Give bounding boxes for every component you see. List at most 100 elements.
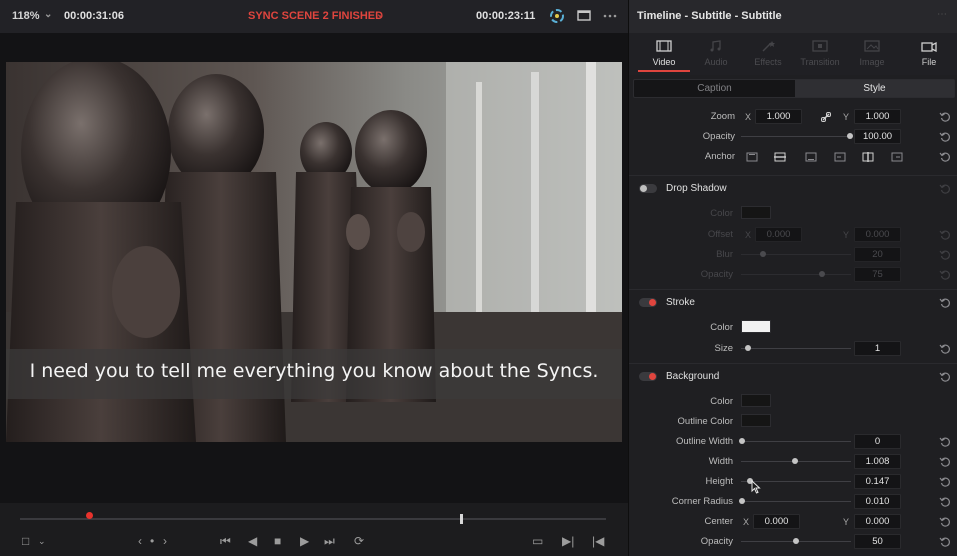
drop-shadow-toggle[interactable]: [639, 184, 657, 193]
reset-bg-height-icon[interactable]: [939, 476, 951, 488]
color-wheel-icon[interactable]: [548, 8, 566, 24]
reset-bg-corner-radius-icon[interactable]: [939, 496, 951, 508]
scrubber-track[interactable]: [20, 518, 606, 520]
prev-clip-icon[interactable]: |◀: [592, 534, 604, 548]
bg-corner-radius-slider[interactable]: [741, 501, 851, 502]
tab-transition[interactable]: Transition: [794, 33, 846, 75]
bg-corner-radius-knob[interactable]: [739, 498, 745, 504]
reset-bg-center-icon[interactable]: [939, 516, 951, 528]
shadow-blur-knob[interactable]: [760, 251, 766, 257]
shadow-blur-slider[interactable]: [741, 254, 851, 255]
bg-outline-width-slider[interactable]: [741, 441, 851, 442]
shadow-offset-y-field[interactable]: 0.000: [854, 227, 901, 242]
shadow-opacity-field[interactable]: 75: [854, 267, 901, 282]
reset-background-icon[interactable]: [939, 371, 951, 383]
style-segment[interactable]: Style: [795, 80, 954, 97]
crop-tool-icon[interactable]: □: [22, 534, 29, 548]
shadow-offset-label: Offset: [707, 229, 733, 240]
zoom-level[interactable]: 118%: [12, 10, 40, 22]
last-frame-icon[interactable]: ⏭: [324, 534, 335, 549]
next-clip-icon[interactable]: ▶|: [562, 534, 574, 548]
playhead-marker[interactable]: [86, 512, 93, 519]
tab-effects[interactable]: Effects: [742, 33, 794, 75]
inspector-options-icon[interactable]: ⋯: [937, 9, 948, 20]
reverse-play-icon[interactable]: ◀: [248, 534, 257, 548]
reset-opacity-icon[interactable]: [939, 131, 951, 143]
play-icon[interactable]: ▶: [300, 534, 309, 548]
tab-audio[interactable]: Audio: [690, 33, 742, 75]
link-icon[interactable]: [821, 112, 831, 122]
reset-anchor-icon[interactable]: [939, 151, 951, 163]
reset-bg-opacity-icon[interactable]: [939, 536, 951, 548]
tab-image-label: Image: [859, 57, 885, 67]
bg-center-x-field[interactable]: 0.000: [753, 514, 800, 529]
tab-image[interactable]: Image: [846, 33, 898, 75]
opacity-slider[interactable]: [741, 136, 851, 137]
bg-outline-color-label: Outline Color: [677, 416, 733, 427]
tab-file[interactable]: File: [903, 33, 955, 75]
reset-zoom-icon[interactable]: [939, 111, 951, 123]
tab-effects-label: Effects: [754, 57, 782, 67]
stroke-size-field[interactable]: 1: [854, 341, 901, 356]
bg-corner-radius-field[interactable]: 0.010: [854, 494, 901, 509]
more-options-icon[interactable]: [601, 8, 619, 24]
stroke-size-knob[interactable]: [745, 345, 751, 351]
anchor-middle-icon[interactable]: [774, 152, 786, 162]
reset-shadow-blur-icon[interactable]: [939, 249, 951, 261]
shadow-color-swatch[interactable]: [741, 206, 771, 219]
jog-prev-icon[interactable]: ‹: [138, 534, 142, 548]
zoom-chevron-down-icon[interactable]: ⌄: [44, 9, 52, 20]
bg-opacity-knob[interactable]: [793, 538, 799, 544]
subtitle-text[interactable]: I need you to tell me everything you kno…: [6, 360, 622, 382]
clip-chevron-down-icon[interactable]: ⌄: [376, 9, 384, 20]
reset-drop-shadow-icon[interactable]: [939, 183, 951, 195]
stroke-size-slider[interactable]: [741, 348, 851, 349]
background-toggle[interactable]: [639, 372, 657, 381]
bg-outline-width-knob[interactable]: [739, 438, 745, 444]
anchor-top-icon[interactable]: [746, 152, 758, 162]
opacity-field[interactable]: 100.00: [854, 129, 901, 144]
anchor-right-icon[interactable]: [891, 152, 903, 162]
bg-height-field[interactable]: 0.147: [854, 474, 901, 489]
anchor-left-icon[interactable]: [834, 152, 846, 162]
jog-next-icon[interactable]: ›: [163, 534, 167, 548]
shadow-blur-field[interactable]: 20: [854, 247, 901, 262]
reset-bg-outline-width-icon[interactable]: [939, 436, 951, 448]
bg-opacity-field[interactable]: 50: [854, 534, 901, 549]
first-frame-icon[interactable]: ⏮: [220, 534, 231, 549]
reset-stroke-icon[interactable]: [939, 297, 951, 309]
shadow-offset-x-field[interactable]: 0.000: [755, 227, 802, 242]
reset-shadow-offset-icon[interactable]: [939, 229, 951, 241]
stroke-color-swatch[interactable]: [741, 320, 771, 333]
viewer-mode-icon[interactable]: [576, 8, 592, 24]
shadow-opacity-knob[interactable]: [819, 271, 825, 277]
zoom-y-field[interactable]: 1.000: [854, 109, 901, 124]
jog-dot-icon[interactable]: •: [150, 534, 154, 548]
match-frame-icon[interactable]: ▭: [532, 534, 543, 548]
shadow-opacity-slider[interactable]: [741, 274, 851, 275]
reset-shadow-opacity-icon[interactable]: [939, 269, 951, 281]
clip-title[interactable]: SYNC SCENE 2 FINISHED: [248, 10, 383, 22]
playhead-indicator[interactable]: [460, 514, 463, 524]
bg-center-y-field[interactable]: 0.000: [854, 514, 901, 529]
loop-icon[interactable]: ⟳: [354, 534, 364, 548]
caption-segment[interactable]: Caption: [634, 80, 795, 97]
tool-chevron-down-icon[interactable]: ⌄: [38, 536, 46, 547]
bg-color-swatch[interactable]: [741, 394, 771, 407]
bg-width-field[interactable]: 1.008: [854, 454, 901, 469]
active-tab-indicator: [638, 70, 690, 72]
shadow-color-label: Color: [710, 208, 733, 219]
bg-outline-width-field[interactable]: 0: [854, 434, 901, 449]
tab-video[interactable]: Video: [638, 33, 690, 75]
anchor-bottom-icon[interactable]: [805, 152, 817, 162]
stroke-toggle[interactable]: [639, 298, 657, 307]
bg-width-knob[interactable]: [792, 458, 798, 464]
reset-bg-width-icon[interactable]: [939, 456, 951, 468]
stop-icon[interactable]: ■: [274, 534, 281, 548]
bg-outline-color-swatch[interactable]: [741, 414, 771, 427]
reset-stroke-size-icon[interactable]: [939, 343, 951, 355]
opacity-slider-knob[interactable]: [847, 133, 853, 139]
anchor-center-icon[interactable]: [862, 152, 874, 162]
record-timecode: 00:00:23:11: [476, 10, 536, 22]
zoom-x-field[interactable]: 1.000: [755, 109, 802, 124]
